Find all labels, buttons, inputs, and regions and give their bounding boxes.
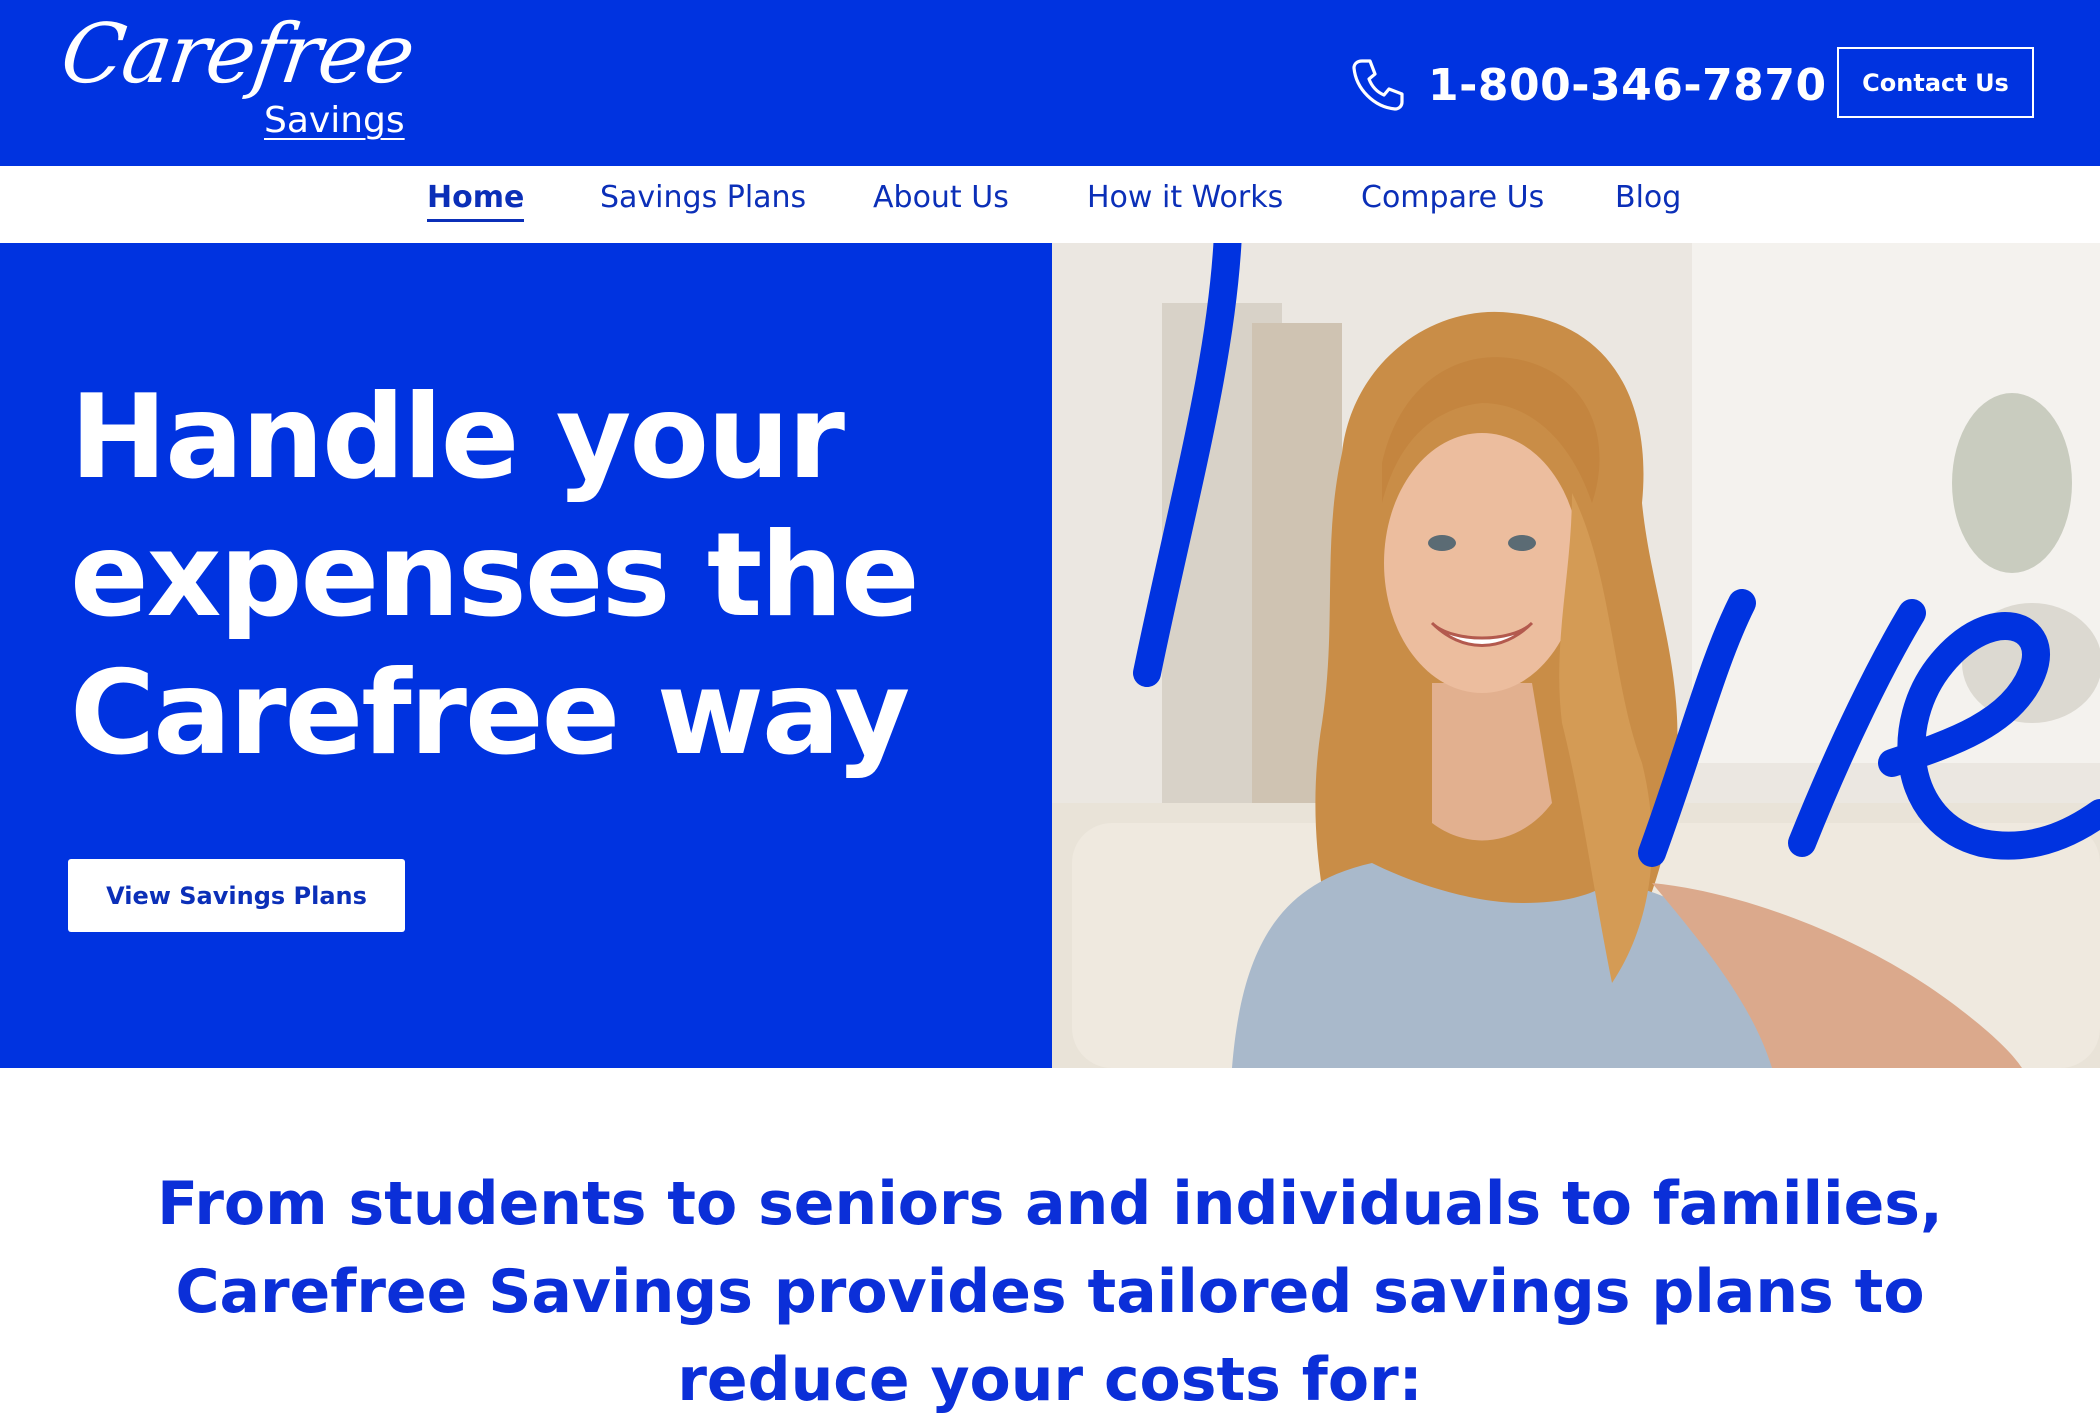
phone-number[interactable]: 1-800-346-7870 [1428, 60, 1827, 111]
site-header: Carefree Savings 1-800-346-7870 Contact … [0, 0, 2100, 166]
logo[interactable]: Carefree Savings [55, 7, 422, 154]
logo-script-text: Carefree [55, 7, 419, 102]
nav-item-about-us[interactable]: About Us [873, 180, 1009, 219]
phone-link[interactable]: 1-800-346-7870 [1348, 50, 1827, 120]
contact-us-button[interactable]: Contact Us [1837, 47, 2034, 118]
intro-text: From students to seniors and individuals… [157, 1169, 1943, 1415]
nav-item-compare-us[interactable]: Compare Us [1361, 180, 1544, 219]
hero-title: Handle your expenses the Carefree way [70, 370, 920, 781]
hero-photo [1052, 243, 2100, 1068]
nav-item-home[interactable]: Home [427, 180, 525, 222]
main-nav: Home Savings Plans About Us How it Works… [0, 166, 2100, 243]
nav-item-how-it-works[interactable]: How it Works [1087, 180, 1283, 219]
view-savings-plans-button[interactable]: View Savings Plans [68, 859, 405, 932]
nav-item-savings-plans[interactable]: Savings Plans [600, 180, 806, 219]
logo-sub-text: Savings [264, 100, 405, 141]
phone-icon [1352, 59, 1404, 111]
hero-panel: Handle your expenses the Carefree way Vi… [0, 243, 1052, 1068]
hero-image [1052, 243, 2100, 1068]
nav-item-blog[interactable]: Blog [1615, 180, 1681, 219]
